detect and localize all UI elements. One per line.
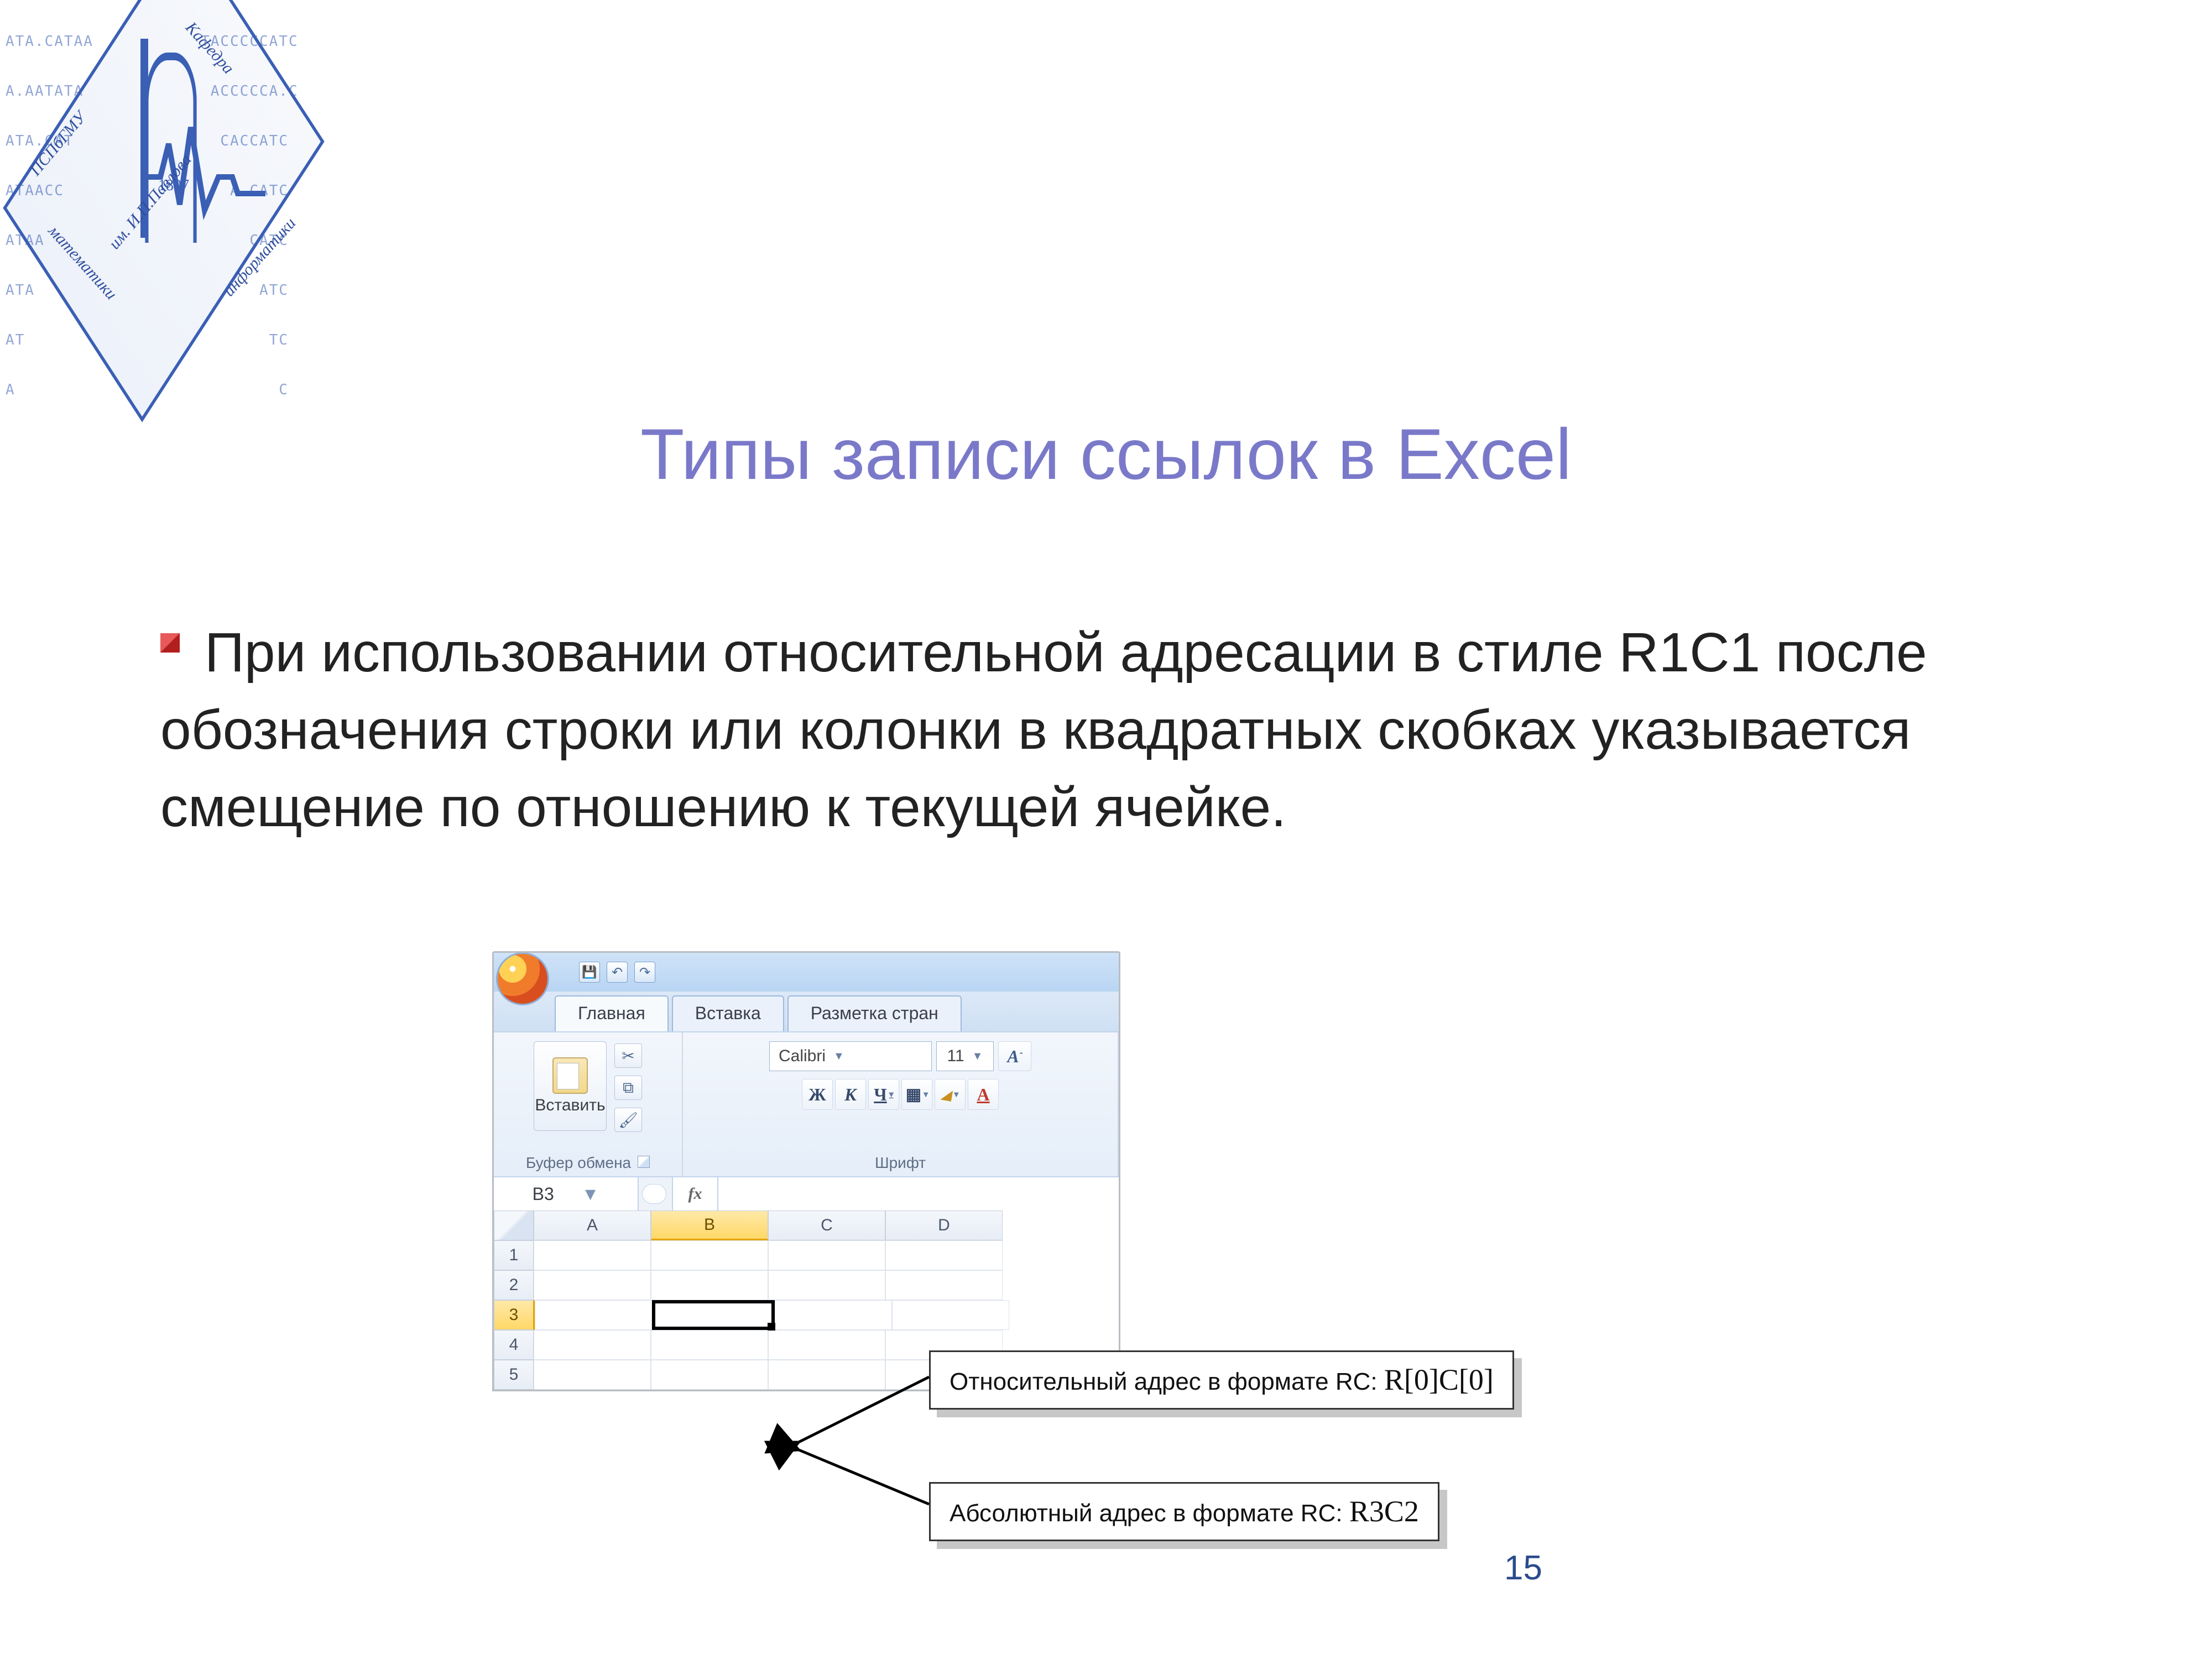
cell-d1[interactable] bbox=[885, 1240, 1003, 1270]
cell-c1[interactable] bbox=[768, 1240, 885, 1270]
callout-absolute-prefix: Абсолютный адрес в формате RC: bbox=[950, 1500, 1349, 1527]
col-header-c[interactable]: C bbox=[768, 1211, 885, 1240]
col-header-b[interactable]: B bbox=[651, 1211, 768, 1240]
callout-absolute-code: R3C2 bbox=[1349, 1495, 1419, 1528]
paste-label: Вставить bbox=[535, 1096, 605, 1115]
office-button[interactable] bbox=[496, 952, 549, 1005]
underline-button[interactable]: Ч bbox=[868, 1079, 899, 1110]
callout-relative-code: R[0]C[0] bbox=[1384, 1363, 1494, 1396]
cell-c5[interactable] bbox=[768, 1360, 885, 1390]
cell-b5[interactable] bbox=[651, 1360, 768, 1390]
cell-d3[interactable] bbox=[892, 1300, 1009, 1330]
callout-relative-address: Относительный адрес в формате RC: R[0]C[… bbox=[929, 1350, 1514, 1410]
border-button[interactable] bbox=[901, 1079, 932, 1110]
formula-bar-row: B3▼ fx bbox=[494, 1176, 1119, 1211]
fill-color-button[interactable] bbox=[935, 1079, 966, 1110]
group-title-font: Шрифт bbox=[683, 1154, 1118, 1172]
excel-screenshot: Главная Вставка Разметка стран Вставить … bbox=[492, 951, 1120, 1391]
font-size-combo[interactable]: 11▼ bbox=[936, 1041, 994, 1071]
tab-insert[interactable]: Вставка bbox=[672, 995, 784, 1031]
cell-a5[interactable] bbox=[534, 1360, 651, 1390]
ribbon-tabs: Главная Вставка Разметка стран bbox=[494, 992, 1119, 1031]
font-name-combo[interactable]: Calibri▼ bbox=[769, 1041, 932, 1071]
cell-b4[interactable] bbox=[651, 1330, 768, 1360]
cancel-enter-area bbox=[639, 1177, 673, 1211]
italic-button[interactable]: К bbox=[835, 1079, 866, 1110]
row-header-2[interactable]: 2 bbox=[494, 1270, 534, 1300]
tab-home[interactable]: Главная bbox=[555, 995, 669, 1031]
col-header-d[interactable]: D bbox=[885, 1211, 1003, 1240]
cell-b2[interactable] bbox=[651, 1270, 768, 1300]
dialog-launcher-icon[interactable] bbox=[638, 1156, 650, 1168]
tab-page-layout[interactable]: Разметка стран bbox=[787, 995, 962, 1031]
bullet-text: При использовании относительной адресаци… bbox=[160, 614, 2041, 846]
cell-a3[interactable] bbox=[535, 1300, 652, 1330]
save-icon[interactable] bbox=[579, 962, 600, 983]
group-title-clipboard: Буфер обмена bbox=[494, 1154, 682, 1172]
cell-b3-selected[interactable] bbox=[652, 1300, 775, 1330]
cell-c3[interactable] bbox=[775, 1300, 892, 1330]
bold-button[interactable]: Ж bbox=[802, 1079, 833, 1110]
paste-icon bbox=[552, 1057, 588, 1094]
quick-access-toolbar bbox=[494, 953, 1119, 992]
grow-font-icon[interactable]: Aˆ bbox=[998, 1041, 1031, 1071]
callout-relative-prefix: Относительный адрес в формате RC: bbox=[950, 1368, 1384, 1395]
formula-input[interactable] bbox=[718, 1177, 1119, 1211]
name-box[interactable]: B3▼ bbox=[494, 1177, 639, 1211]
cell-a4[interactable] bbox=[534, 1330, 651, 1360]
paste-button[interactable]: Вставить bbox=[534, 1041, 607, 1131]
slide-number: 15 bbox=[1504, 1548, 1542, 1588]
select-all-corner[interactable] bbox=[494, 1211, 534, 1240]
redo-icon[interactable] bbox=[634, 962, 655, 983]
bullet-item: При использовании относительной адресаци… bbox=[160, 614, 2041, 846]
cell-b1[interactable] bbox=[651, 1240, 768, 1270]
callout-absolute-address: Абсолютный адрес в формате RC: R3C2 bbox=[929, 1482, 1439, 1541]
ecg-line-icon bbox=[144, 111, 265, 221]
ribbon-group-font: Calibri▼ 11▼ Aˆ Ж К Ч Шрифт bbox=[683, 1032, 1119, 1176]
row-header-5[interactable]: 5 bbox=[494, 1360, 534, 1390]
ribbon: Вставить ✂ ⧉ 🖌 Буфер обмена Calibri▼ 11▼… bbox=[494, 1031, 1119, 1176]
bullet-marker-icon bbox=[160, 633, 180, 653]
row-header-3[interactable]: 3 bbox=[494, 1300, 535, 1330]
cell-a2[interactable] bbox=[534, 1270, 651, 1300]
fx-icon[interactable]: fx bbox=[673, 1177, 718, 1211]
copy-icon[interactable]: ⧉ bbox=[614, 1076, 642, 1100]
slide-title: Типы записи ссылок в Excel bbox=[0, 415, 2212, 494]
undo-icon[interactable] bbox=[607, 962, 628, 983]
arrow-to-absolute bbox=[791, 1443, 935, 1510]
row-header-1[interactable]: 1 bbox=[494, 1240, 534, 1270]
ribbon-group-clipboard: Вставить ✂ ⧉ 🖌 Буфер обмена bbox=[494, 1032, 683, 1176]
col-header-a[interactable]: A bbox=[534, 1211, 651, 1240]
cell-d2[interactable] bbox=[885, 1270, 1003, 1300]
format-painter-icon[interactable]: 🖌 bbox=[614, 1108, 642, 1132]
cut-icon[interactable]: ✂ bbox=[614, 1044, 642, 1068]
cell-a1[interactable] bbox=[534, 1240, 651, 1270]
cell-c4[interactable] bbox=[768, 1330, 885, 1360]
row-header-4[interactable]: 4 bbox=[494, 1330, 534, 1360]
font-color-button[interactable] bbox=[968, 1079, 999, 1110]
cell-c2[interactable] bbox=[768, 1270, 885, 1300]
institution-logo: ATA.CATAA TACCCCCATC A.AATATA ACCCCCA.C … bbox=[6, 0, 315, 343]
